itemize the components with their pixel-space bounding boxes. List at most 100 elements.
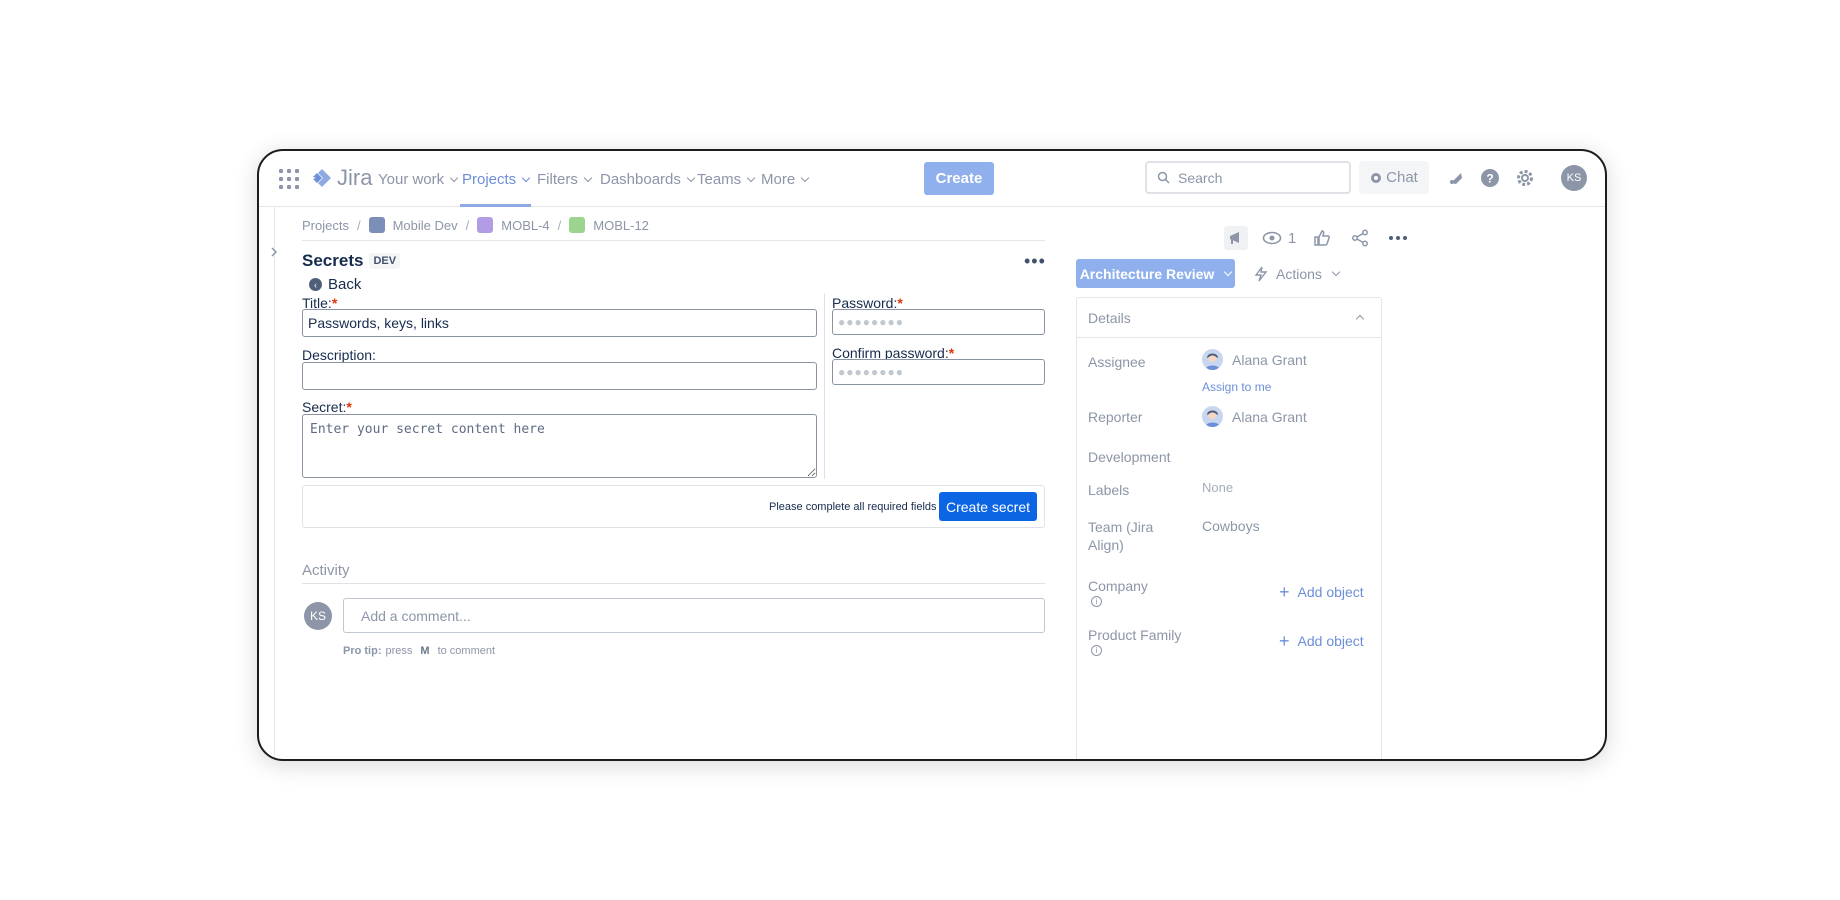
project-icon (368, 217, 385, 233)
jira-window: Jira Your work Projects Filters Dashboar… (257, 149, 1607, 761)
breadcrumb-mobl-12[interactable]: MOBL-12 (593, 218, 649, 233)
protip-prefix: Pro tip: (343, 645, 382, 657)
sidebar-expand-icon[interactable] (263, 241, 285, 263)
breadcrumb-separator: / (465, 217, 470, 233)
nav-your-work[interactable]: Your work (378, 151, 459, 207)
help-icon[interactable]: ? (1479, 167, 1501, 189)
password-input[interactable]: ●●●●●●●● (832, 309, 1045, 335)
description-input[interactable] (302, 362, 817, 390)
watch-count: 1 (1288, 229, 1297, 247)
watch-button[interactable]: 1 (1262, 230, 1296, 247)
labels-label: Labels (1088, 482, 1130, 498)
plus-icon: + (1279, 631, 1290, 651)
assignee-label: Assignee (1088, 354, 1146, 370)
avatar (1202, 406, 1223, 427)
comment-avatar: KS (304, 602, 332, 630)
nav-teams-label: Teams (697, 170, 742, 188)
nav-dashboards[interactable]: Dashboards (600, 151, 696, 207)
megaphone-icon[interactable] (1224, 226, 1248, 250)
info-icon[interactable]: i (1091, 645, 1102, 656)
reporter-name: Alana Grant (1232, 408, 1307, 425)
svg-text:?: ? (1486, 172, 1493, 186)
labels-value[interactable]: None (1202, 480, 1233, 495)
title-input[interactable]: Passwords, keys, links (302, 309, 817, 337)
jira-logo-icon (313, 169, 331, 187)
thumbs-up-icon[interactable] (1310, 226, 1334, 250)
product-family-add-object-button[interactable]: + Add object (1279, 631, 1364, 651)
actions-label: Actions (1276, 265, 1322, 282)
team-value[interactable]: Cowboys (1202, 518, 1260, 534)
lightning-icon (1254, 266, 1268, 281)
nav-teams[interactable]: Teams (697, 151, 756, 207)
add-object-label: Add object (1297, 584, 1364, 600)
search-placeholder: Search (1178, 169, 1223, 186)
confirm-password-input[interactable]: ●●●●●●●● (832, 359, 1045, 385)
details-header[interactable]: Details (1077, 298, 1381, 338)
confirm-password-mask: ●●●●●●●● (838, 365, 904, 379)
env-badge: DEV (369, 253, 401, 269)
breadcrumb-separator: / (557, 217, 562, 233)
company-label: Company (1088, 578, 1148, 594)
title-value: Passwords, keys, links (308, 315, 449, 331)
more-options-icon[interactable]: ••• (1024, 251, 1046, 272)
chevron-down-icon (449, 173, 459, 182)
back-button[interactable]: ‹ Back (309, 276, 361, 293)
share-icon[interactable] (1348, 226, 1372, 250)
comment-input[interactable]: Add a comment... (343, 598, 1045, 633)
create-secret-button[interactable]: Create secret (939, 492, 1037, 521)
password-mask: ●●●●●●●● (838, 315, 904, 329)
top-navigation: Jira Your work Projects Filters Dashboar… (259, 151, 1605, 207)
pro-tip: Pro tip: press M to comment (343, 645, 495, 657)
secret-textarea[interactable] (302, 414, 817, 478)
nav-filters-label: Filters (537, 170, 578, 188)
nav-filters[interactable]: Filters (537, 151, 593, 207)
chat-label: Chat (1386, 169, 1418, 186)
status-button[interactable]: Architecture Review (1076, 259, 1235, 288)
chevron-down-icon (800, 173, 810, 182)
form-column-divider (824, 293, 825, 479)
nav-dashboards-label: Dashboards (600, 170, 681, 188)
required-fields-note: Please complete all required fields (769, 501, 937, 513)
user-avatar[interactable]: KS (1561, 165, 1587, 191)
company-add-object-button[interactable]: + Add object (1279, 583, 1364, 601)
arrow-left-icon: ‹ (309, 278, 322, 291)
activity-heading: Activity (302, 562, 350, 579)
reporter-label: Reporter (1088, 409, 1143, 425)
sidebar-divider (274, 207, 275, 759)
create-button[interactable]: Create (924, 162, 994, 195)
team-label: Team (Jira Align) (1088, 519, 1154, 553)
add-object-label: Add object (1297, 633, 1364, 649)
nav-more-label: More (761, 170, 796, 188)
nav-projects[interactable]: Projects (459, 151, 532, 207)
nav-your-work-label: Your work (378, 170, 445, 188)
app-switcher-icon[interactable] (279, 169, 299, 189)
story-icon (569, 217, 586, 233)
activity-divider (302, 583, 1045, 584)
chevron-down-icon (583, 173, 593, 182)
search-input[interactable]: Search (1145, 161, 1351, 194)
assignee-name: Alana Grant (1232, 351, 1307, 368)
protip-press: press (385, 645, 413, 657)
settings-gear-icon[interactable] (1514, 167, 1536, 189)
breadcrumb-mobile-dev[interactable]: Mobile Dev (393, 218, 458, 233)
assign-to-me-link[interactable]: Assign to me (1202, 380, 1271, 394)
nav-more[interactable]: More (761, 151, 810, 207)
actions-button[interactable]: Actions (1254, 259, 1341, 288)
protip-key: M (420, 645, 430, 657)
more-actions-icon[interactable] (1386, 226, 1410, 250)
assignee-value[interactable]: Alana Grant (1202, 349, 1307, 370)
chevron-down-icon (521, 173, 531, 182)
comment-placeholder: Add a comment... (361, 607, 471, 624)
info-icon[interactable]: i (1091, 596, 1102, 607)
product-family-label: Product Family (1088, 627, 1182, 643)
chat-button[interactable]: Chat (1359, 161, 1429, 194)
description-label: Description: (302, 347, 376, 363)
chevron-down-icon (686, 173, 696, 182)
reporter-value[interactable]: Alana Grant (1202, 406, 1307, 427)
status-label: Architecture Review (1079, 265, 1215, 282)
notifications-icon[interactable] (1445, 167, 1467, 189)
avatar (1202, 349, 1223, 370)
breadcrumb-projects[interactable]: Projects (302, 218, 349, 233)
jira-logo[interactable]: Jira (311, 165, 372, 191)
breadcrumb-mobl-4[interactable]: MOBL-4 (501, 218, 549, 233)
